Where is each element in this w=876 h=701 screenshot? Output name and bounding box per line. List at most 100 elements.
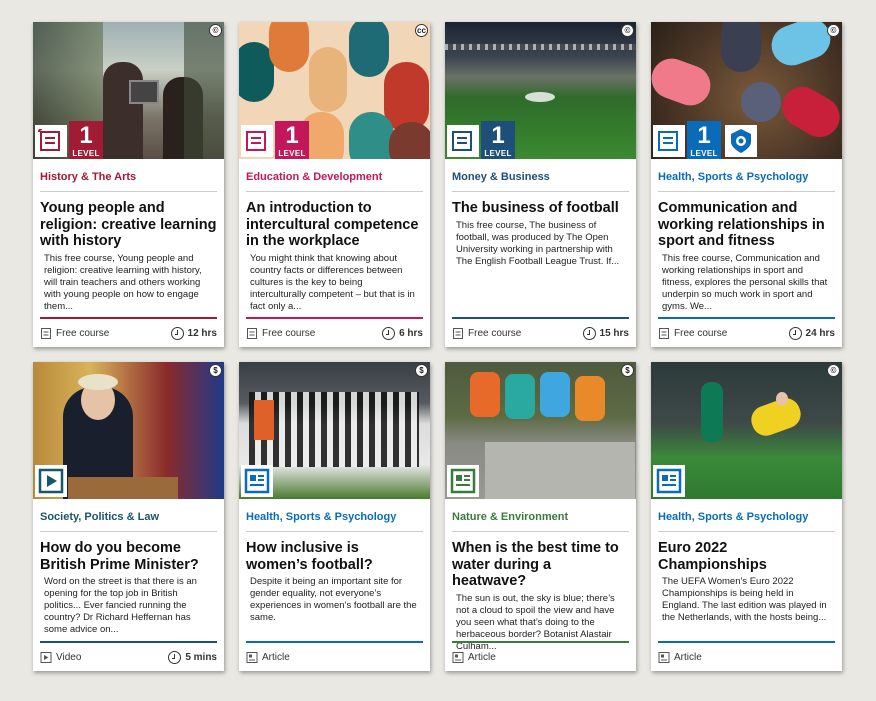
clock-icon — [788, 326, 802, 340]
category-link[interactable]: Education & Development — [246, 171, 423, 184]
level-badge: 1 LEVEL — [275, 121, 309, 159]
course-icon — [241, 125, 273, 157]
article-icon — [658, 651, 670, 663]
card-title[interactable]: Euro 2022 Championships — [658, 540, 835, 573]
card-title[interactable]: When is the best time to water during a … — [452, 540, 629, 590]
level-number: 1 — [491, 122, 505, 149]
course-icon — [41, 327, 51, 339]
course-grid: © 1 LEVEL History & The Arts Young peopl… — [33, 22, 842, 671]
category-link[interactable]: Health, Sports & Psychology — [246, 511, 423, 524]
level-badge: 1 LEVEL — [481, 121, 515, 159]
category-link[interactable]: Money & Business — [452, 171, 629, 184]
card-image: © — [651, 362, 842, 499]
duration: 6 hrs — [399, 327, 423, 339]
level-badge: 1 LEVEL — [687, 121, 721, 159]
card-image: cc 1 LEVEL — [239, 22, 430, 159]
clock-icon — [382, 326, 396, 340]
card-description: The UEFA Women's Euro 2022 Championships… — [662, 576, 827, 623]
clock-icon — [582, 326, 596, 340]
divider — [40, 531, 217, 532]
card-title[interactable]: How do you become British Prime Minister… — [40, 540, 217, 573]
divider — [452, 191, 629, 192]
course-card[interactable]: © 1 LEVEL Money & Business The business … — [445, 22, 636, 347]
card-image: $ — [33, 362, 224, 499]
level-label: LEVEL — [690, 149, 718, 158]
type-label: Free course — [56, 327, 110, 339]
article-icon — [452, 651, 464, 663]
course-icon — [35, 125, 67, 157]
card-footer: Video 5 mins — [40, 641, 217, 671]
course-card[interactable]: $ Society, Politics & Law How do you bec… — [33, 362, 224, 671]
category-link[interactable]: Society, Politics & Law — [40, 511, 217, 524]
card-title[interactable]: Young people and religion: creative lear… — [40, 200, 217, 250]
level-label: LEVEL — [72, 149, 100, 158]
course-card[interactable]: cc 1 LEVEL Education & Development An in… — [239, 22, 430, 347]
course-icon — [659, 327, 669, 339]
course-card[interactable]: $ Health, Sports & Psychology How inclus… — [239, 362, 430, 671]
type-label: Video — [56, 651, 82, 663]
card-title[interactable]: An introduction to intercultural compete… — [246, 200, 423, 250]
category-link[interactable]: Health, Sports & Psychology — [658, 511, 835, 524]
divider — [246, 191, 423, 192]
card-description: This free course, The business of footba… — [456, 219, 620, 267]
category-link[interactable]: Health, Sports & Psychology — [658, 171, 835, 184]
clock-icon — [168, 650, 182, 664]
card-description: You might think that knowing about count… — [250, 252, 415, 312]
course-card[interactable]: © 1 LEVEL Health, Sports & Psychology Co… — [651, 22, 842, 347]
duration: 24 hrs — [805, 327, 835, 339]
divider — [658, 191, 835, 192]
course-icon — [247, 327, 257, 339]
level-label: LEVEL — [278, 149, 306, 158]
divider — [246, 531, 423, 532]
type-label: Article — [262, 651, 290, 663]
course-card[interactable]: $ Nature & Environment When is the best … — [445, 362, 636, 671]
course-card[interactable]: © 1 LEVEL History & The Arts Young peopl… — [33, 22, 224, 347]
article-icon — [241, 465, 273, 497]
video-icon — [35, 465, 67, 497]
cc-nc-icon: $ — [209, 364, 222, 377]
video-icon — [40, 651, 52, 663]
card-footer: Free course 6 hrs — [246, 317, 423, 347]
shield-badge-icon — [725, 125, 757, 157]
card-image: $ — [239, 362, 430, 499]
article-icon — [246, 651, 258, 663]
level-number: 1 — [697, 122, 711, 149]
cc-by-nc-icon: cc — [415, 24, 428, 37]
type-label: Article — [468, 651, 496, 663]
card-description: This free course, Young people and relig… — [44, 252, 202, 312]
course-card[interactable]: © Health, Sports & Psychology Euro 2022 … — [651, 362, 842, 671]
copyright-icon: © — [621, 24, 634, 37]
type-label: Article — [674, 651, 702, 663]
card-footer: Free course 15 hrs — [452, 317, 629, 347]
card-footer: Article — [452, 641, 629, 671]
copyright-icon: © — [827, 24, 840, 37]
duration: 5 mins — [185, 651, 217, 663]
clock-icon — [170, 326, 184, 340]
card-description: This free course, Communication and work… — [662, 252, 828, 312]
category-link[interactable]: Nature & Environment — [452, 511, 629, 524]
duration: 15 hrs — [599, 327, 629, 339]
card-description: Word on the street is that there is an o… — [44, 576, 197, 635]
card-title[interactable]: How inclusive is women’s football? — [246, 540, 423, 573]
article-icon — [653, 465, 685, 497]
card-image: $ — [445, 362, 636, 499]
copyright-icon: © — [209, 24, 222, 37]
level-label: LEVEL — [484, 149, 512, 158]
duration: 12 hrs — [187, 327, 217, 339]
category-link[interactable]: History & The Arts — [40, 171, 217, 184]
course-icon — [653, 125, 685, 157]
card-image: © 1 LEVEL — [33, 22, 224, 159]
card-footer: Article — [658, 641, 835, 671]
article-icon — [447, 465, 479, 497]
card-image: © 1 LEVEL — [651, 22, 842, 159]
level-badge: 1 LEVEL — [69, 121, 103, 159]
course-icon — [447, 125, 479, 157]
card-title[interactable]: Communication and working relationships … — [658, 200, 835, 250]
type-label: Free course — [674, 327, 728, 339]
cc-nc-icon: $ — [415, 364, 428, 377]
card-footer: Free course 12 hrs — [40, 317, 217, 347]
level-number: 1 — [285, 122, 299, 149]
card-title[interactable]: The business of football — [452, 200, 629, 217]
course-icon — [453, 327, 463, 339]
copyright-icon: © — [827, 364, 840, 377]
